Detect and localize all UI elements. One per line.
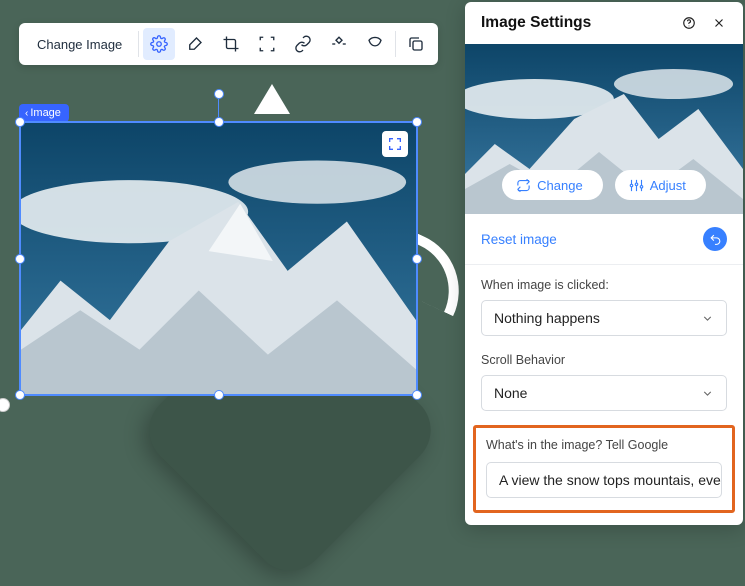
mask-icon[interactable]	[359, 28, 391, 60]
panel-header: Image Settings	[465, 2, 743, 44]
alt-text-label: What's in the image? Tell Google	[486, 438, 722, 452]
panel-image-preview: Change Adjust	[465, 44, 743, 214]
rotate-line	[218, 99, 219, 117]
alt-text-section: What's in the image? Tell Google A view …	[473, 425, 735, 513]
help-icon[interactable]	[681, 15, 697, 31]
resize-handle-br[interactable]	[412, 390, 422, 400]
alt-text-input[interactable]: A view the snow tops mountais, ever…	[486, 462, 722, 498]
crop-icon[interactable]	[215, 28, 247, 60]
resize-handle-tr[interactable]	[412, 117, 422, 127]
scroll-behavior-section: Scroll Behavior None	[465, 340, 743, 415]
background-triangle	[254, 84, 290, 114]
click-behavior-section: When image is clicked: Nothing happens	[465, 265, 743, 340]
expand-icon[interactable]	[382, 131, 408, 157]
alt-text-value: A view the snow tops mountais, ever…	[499, 472, 722, 488]
scroll-behavior-value: None	[494, 385, 527, 401]
selected-image-frame[interactable]	[19, 121, 418, 396]
scroll-behavior-label: Scroll Behavior	[481, 353, 727, 367]
link-icon[interactable]	[287, 28, 319, 60]
animate-icon[interactable]	[323, 28, 355, 60]
adjust-button[interactable]: Adjust	[615, 170, 706, 200]
resize-handle-tl[interactable]	[15, 117, 25, 127]
image-preview-graphic	[21, 123, 416, 394]
swap-icon	[516, 178, 531, 193]
chevron-down-icon	[701, 312, 714, 325]
image-settings-panel: Image Settings Change Adj	[465, 2, 743, 525]
click-behavior-label: When image is clicked:	[481, 278, 727, 292]
resize-handle-tm[interactable]	[214, 117, 224, 127]
image-toolbar: Change Image	[19, 23, 438, 65]
resize-handle-mr[interactable]	[412, 254, 422, 264]
sliders-icon	[629, 178, 644, 193]
toolbar-divider	[395, 31, 396, 57]
change-button[interactable]: Change	[502, 170, 603, 200]
focus-icon[interactable]	[251, 28, 283, 60]
canvas-edge-handle[interactable]	[0, 398, 10, 412]
toolbar-divider	[138, 31, 139, 57]
brush-icon[interactable]	[179, 28, 211, 60]
adjust-button-label: Adjust	[650, 178, 686, 193]
resize-handle-ml[interactable]	[15, 254, 25, 264]
breadcrumb-label: Image	[30, 107, 61, 119]
breadcrumb-chip[interactable]: ‹ Image	[19, 104, 69, 122]
click-behavior-value: Nothing happens	[494, 310, 600, 326]
click-behavior-select[interactable]: Nothing happens	[481, 300, 727, 336]
change-image-button[interactable]: Change Image	[25, 28, 134, 60]
panel-title: Image Settings	[481, 14, 591, 32]
reset-image-link[interactable]: Reset image	[481, 232, 557, 247]
close-icon[interactable]	[711, 15, 727, 31]
chevron-down-icon	[701, 387, 714, 400]
rotate-handle[interactable]	[214, 89, 224, 99]
copy-icon[interactable]	[400, 28, 432, 60]
scroll-behavior-select[interactable]: None	[481, 375, 727, 411]
change-button-label: Change	[537, 178, 583, 193]
gear-icon[interactable]	[143, 28, 175, 60]
resize-handle-bl[interactable]	[15, 390, 25, 400]
chevron-left-icon: ‹	[25, 108, 28, 119]
undo-icon[interactable]	[703, 227, 727, 251]
reset-row: Reset image	[465, 214, 743, 265]
resize-handle-bm[interactable]	[214, 390, 224, 400]
